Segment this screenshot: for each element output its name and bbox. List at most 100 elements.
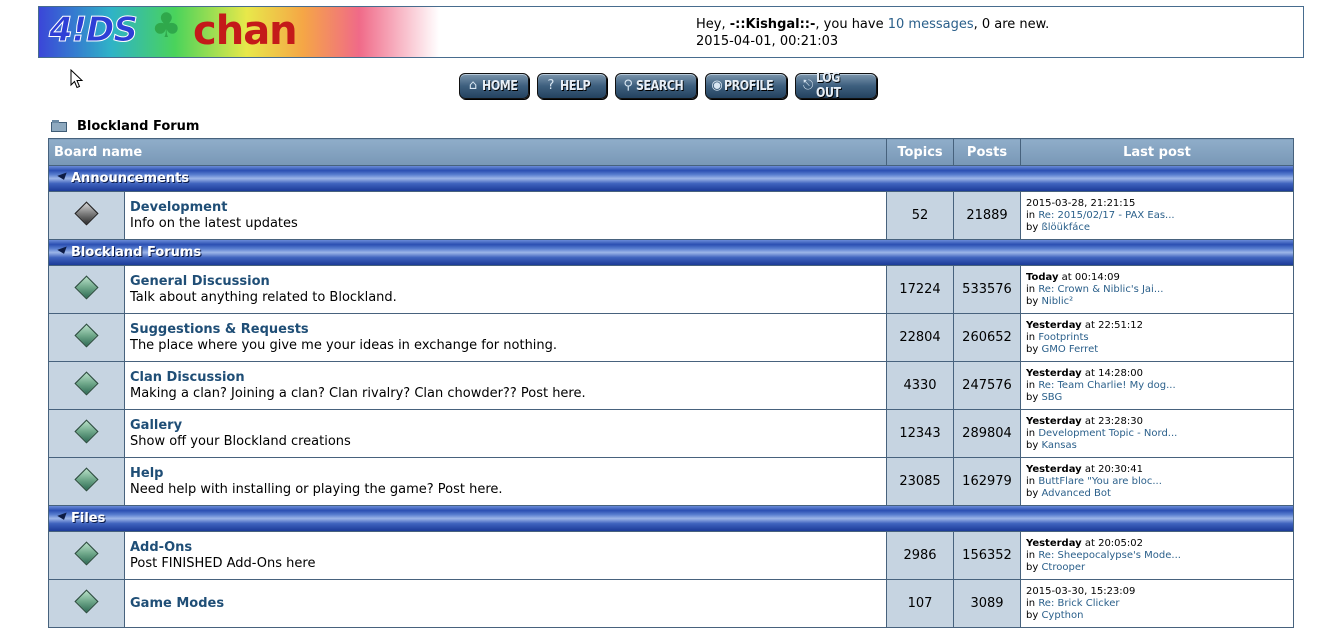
profile-button[interactable]: ◉ PROFILE [705, 73, 787, 99]
last-post-user-link[interactable]: GMO Ferret [1041, 344, 1098, 355]
board-topics-count: 2986 [886, 531, 954, 580]
board-status-icon [74, 323, 99, 348]
category-bar[interactable]: Files [49, 506, 1293, 531]
last-by-label: by [1026, 561, 1039, 573]
home-button[interactable]: ⌂ HOME [459, 73, 529, 99]
last-post-author: by Ctrooper [1026, 562, 1288, 574]
last-post-time-text: at 22:51:12 [1081, 319, 1143, 331]
category-row: Files [48, 505, 1294, 532]
last-post-author: by ßlöükfáce [1026, 222, 1288, 234]
search-icon: ⚲ [623, 78, 633, 93]
last-in-label: in [1026, 549, 1036, 561]
last-post-topic: in Re: Team Charlie! My dog... [1026, 380, 1288, 392]
last-post-time: Today at 00:14:09 [1026, 272, 1288, 284]
collapse-triangle-icon[interactable] [57, 512, 69, 522]
board-info: Gallery Show off your Blockland creations [124, 409, 887, 458]
board-name-link[interactable]: Clan Discussion [130, 370, 881, 386]
table-header-row: Board name Topics Posts Last post [48, 138, 1294, 166]
board-status-icon [74, 201, 99, 226]
category-bar[interactable]: Announcements [49, 166, 1293, 191]
board-status-icon [74, 467, 99, 492]
last-post-topic-link[interactable]: ButtFlare "You are bloc... [1038, 476, 1162, 487]
last-post-cell: 2015-03-30, 15:23:09 in Re: Brick Clicker… [1020, 579, 1294, 628]
board-name-link[interactable]: Gallery [130, 418, 881, 434]
help-icon: ? [547, 78, 555, 93]
board-posts-count: 162979 [953, 457, 1021, 506]
last-by-label: by [1026, 439, 1039, 451]
board-row: Help Need help with installing or playing… [48, 457, 1294, 506]
last-post-time-text: at 14:28:00 [1081, 367, 1143, 379]
board-description: Info on the latest updates [130, 215, 298, 231]
site-logo[interactable]: 4!DS ♣ chan [39, 7, 439, 57]
last-post-user-link[interactable]: Cypthon [1041, 610, 1083, 621]
board-posts-count: 21889 [953, 191, 1021, 240]
logout-button[interactable]: ⎋ LOG OUT [795, 71, 877, 101]
last-post-user-link[interactable]: Kansas [1041, 440, 1076, 451]
search-button[interactable]: ⚲ SEARCH [615, 73, 697, 99]
logo-4kids-text: 4!DS [49, 10, 139, 51]
home-label: HOME [482, 78, 518, 94]
last-post-user-link[interactable]: Advanced Bot [1041, 488, 1110, 499]
last-post-topic: in Re: Brick Clicker [1026, 598, 1288, 610]
last-post-topic: in Re: 2015/02/17 - PAX Eas... [1026, 210, 1288, 222]
last-post-topic-link[interactable]: Footprints [1038, 332, 1088, 343]
board-topics-count: 22804 [886, 313, 954, 362]
collapse-triangle-icon[interactable] [57, 172, 69, 182]
last-post-topic: in ButtFlare "You are bloc... [1026, 476, 1288, 488]
board-icon-cell [48, 265, 125, 314]
board-description: Talk about anything related to Blockland… [130, 289, 397, 305]
last-post-author: by SBG [1026, 392, 1288, 404]
collapse-triangle-icon[interactable] [57, 246, 69, 256]
category-title[interactable]: Blockland Forums [71, 245, 201, 260]
last-post-topic-link[interactable]: Re: 2015/02/17 - PAX Eas... [1038, 210, 1174, 221]
messages-link[interactable]: 10 messages [888, 17, 974, 32]
board-status-icon [74, 371, 99, 396]
last-post-cell: Yesterday at 20:30:41 in ButtFlare "You a… [1020, 457, 1294, 506]
board-topics-count: 17224 [886, 265, 954, 314]
last-post-time-text: 2015-03-28, 21:21:15 [1026, 197, 1136, 209]
last-post-time-text: at 00:14:09 [1058, 271, 1120, 283]
board-name-link[interactable]: Add-Ons [130, 540, 881, 556]
breadcrumb-forum-link[interactable]: Blockland Forum [77, 119, 199, 134]
last-post-cell: Yesterday at 23:28:30 in Development Topi… [1020, 409, 1294, 458]
board-name-link[interactable]: General Discussion [130, 274, 881, 290]
last-post-topic-link[interactable]: Development Topic - Nord... [1038, 428, 1177, 439]
board-row: Add-Ons Post FINISHED Add-Ons here 2986 156… [48, 531, 1294, 580]
last-post-topic: in Footprints [1026, 332, 1288, 344]
board-row: General Discussion Talk about anything re… [48, 265, 1294, 314]
last-post-day: Yesterday [1026, 537, 1082, 549]
board-row: Clan Discussion Making a clan? Joining a … [48, 361, 1294, 410]
board-icon-cell [48, 313, 125, 362]
last-by-label: by [1026, 295, 1039, 307]
last-post-topic-link[interactable]: Re: Brick Clicker [1038, 598, 1119, 609]
board-info: Game Modes [124, 579, 887, 628]
help-button[interactable]: ? HELP [537, 73, 607, 99]
last-post-topic-link[interactable]: Re: Crown & Niblic's Jai... [1038, 284, 1163, 295]
last-post-user-link[interactable]: Ctrooper [1041, 562, 1085, 573]
board-topics-count: 12343 [886, 409, 954, 458]
last-post-user-link[interactable]: SBG [1041, 392, 1062, 403]
last-post-topic-link[interactable]: Re: Sheepocalypse's Mode... [1038, 550, 1181, 561]
board-name-link[interactable]: Game Modes [130, 596, 881, 612]
greeting-mid: , you have [815, 17, 884, 32]
board-row: Game Modes 107 3089 2015-03-30, 15:23:09 in … [48, 579, 1294, 628]
last-post-topic: in Development Topic - Nord... [1026, 428, 1288, 440]
last-post-user-link[interactable]: Niblic² [1041, 296, 1073, 307]
last-post-topic-link[interactable]: Re: Team Charlie! My dog... [1038, 380, 1175, 391]
category-title[interactable]: Announcements [71, 171, 189, 186]
category-cell: Files [48, 505, 1294, 532]
last-post-topic: in Re: Sheepocalypse's Mode... [1026, 550, 1288, 562]
board-name-link[interactable]: Development [130, 200, 881, 216]
last-by-label: by [1026, 343, 1039, 355]
board-status-icon [74, 419, 99, 444]
category-title[interactable]: Files [71, 511, 105, 526]
board-name-link[interactable]: Help [130, 466, 881, 482]
board-row: Development Info on the latest updates 52 2… [48, 191, 1294, 240]
board-icon-cell [48, 457, 125, 506]
last-post-user-link[interactable]: ßlöükfáce [1041, 222, 1090, 233]
profile-icon: ◉ [711, 78, 723, 93]
last-post-author: by Kansas [1026, 440, 1288, 452]
user-info: Hey, -::Kishgal::-, you have 10 messages… [696, 16, 1049, 50]
category-bar[interactable]: Blockland Forums [49, 240, 1293, 265]
board-name-link[interactable]: Suggestions & Requests [130, 322, 881, 338]
